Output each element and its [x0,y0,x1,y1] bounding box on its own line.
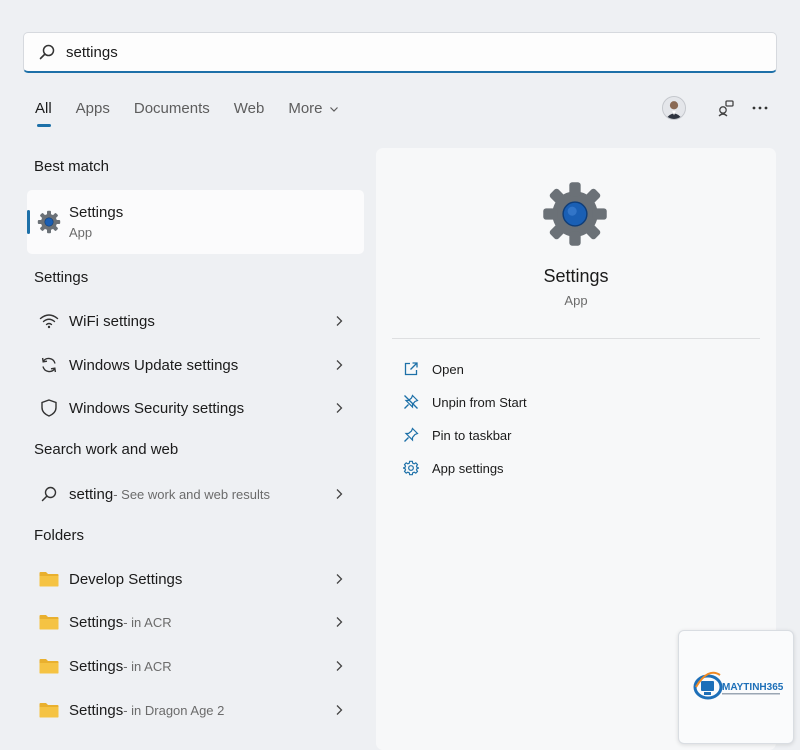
folder-location: - in ACR [123,658,172,674]
chevron-right-icon [332,703,346,717]
action-open[interactable]: Open [402,357,464,381]
chevron-right-icon [332,401,346,415]
action-label: App settings [432,460,504,476]
chevron-right-icon [332,358,346,372]
list-item-folder[interactable]: Develop Settings [27,559,364,599]
folder-label: Develop Settings [69,570,183,588]
feedback-icon[interactable] [716,98,736,118]
action-label: Pin to taskbar [432,427,512,443]
chevron-right-icon [332,314,346,328]
list-item-label: WiFi settings [69,312,155,330]
list-item-folder[interactable]: Settings - in Dragon Age 2 [27,690,364,730]
search-icon [39,484,59,504]
list-item-folder[interactable]: Settings - in ACR [27,646,364,686]
folder-icon [39,700,59,720]
chevron-right-icon [332,615,346,629]
search-icon [38,43,56,61]
list-item-wifi-settings[interactable]: WiFi settings [27,301,364,341]
gear-icon [37,210,61,234]
web-search-hint: - See work and web results [113,486,270,502]
avatar[interactable] [662,96,686,120]
section-folders: Folders [34,527,85,544]
best-match-title: Settings [69,204,124,221]
gear-icon [402,459,420,477]
list-item-windows-security-settings[interactable]: Windows Security settings [27,388,364,428]
section-best-match: Best match [34,158,110,175]
tab-more[interactable]: More [288,100,338,117]
action-app-settings[interactable]: App settings [402,456,504,480]
folder-label: Settings [69,657,124,675]
folder-location: - in Dragon Age 2 [123,702,225,718]
list-item-folder[interactable]: Settings - in ACR [27,602,364,642]
list-item-web-search[interactable]: setting - See work and web results [27,474,364,514]
search-input[interactable] [66,43,666,61]
folder-icon [39,656,59,676]
brand-logo-icon: MAYTINH365 [693,671,784,700]
tab-documents[interactable]: Documents [134,100,210,117]
list-item-windows-update-settings[interactable]: Windows Update settings [27,345,364,385]
update-icon [39,355,59,375]
folder-location: - in ACR [123,614,172,630]
pin-icon [402,426,420,444]
tab-apps[interactable]: Apps [76,100,110,117]
watermark-logo: MAYTINH365 [678,630,794,744]
tab-all[interactable]: All [35,100,52,127]
more-options-icon[interactable] [750,98,770,118]
svg-text:MAYTINH365: MAYTINH365 [722,682,784,693]
shield-icon [39,398,59,418]
chevron-right-icon [332,487,346,501]
preview-title: Settings [543,266,609,286]
folder-icon [39,612,59,632]
tab-web[interactable]: Web [234,100,265,117]
action-label: Open [432,361,464,377]
best-match-item[interactable]: Settings App [27,190,364,254]
section-settings: Settings [34,269,89,286]
open-external-icon [402,360,420,378]
section-search-work-web: Search work and web [34,441,179,458]
folder-icon [39,569,59,589]
chevron-right-icon [332,659,346,673]
list-item-label: Windows Security settings [69,399,245,417]
action-label: Unpin from Start [432,394,527,410]
action-unpin-from-start[interactable]: Unpin from Start [402,390,527,414]
best-match-subtitle: App [69,225,93,240]
wifi-icon [39,311,59,331]
chevron-right-icon [332,572,346,586]
action-pin-to-taskbar[interactable]: Pin to taskbar [402,423,512,447]
web-search-query: setting [69,485,114,503]
preview-subtitle: App [564,293,588,308]
filter-tabs: All Apps Documents Web More [35,100,363,127]
folder-label: Settings [69,613,124,631]
chevron-down-icon [329,104,339,114]
folder-label: Settings [69,701,124,719]
top-right-controls [662,96,770,120]
list-item-label: Windows Update settings [69,356,239,374]
gear-icon [541,180,609,248]
unpin-icon [402,393,420,411]
search-box[interactable] [23,32,777,73]
divider [392,338,760,339]
